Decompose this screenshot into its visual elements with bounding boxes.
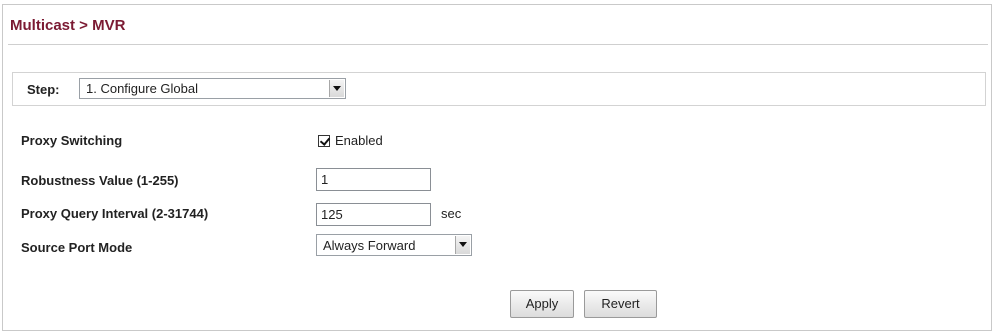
proxy-switching-enabled-label[interactable]: Enabled: [335, 133, 383, 148]
revert-button[interactable]: Revert: [584, 290, 657, 318]
proxy-switching-label: Proxy Switching: [21, 133, 123, 148]
proxy-switching-checkbox[interactable]: [318, 135, 331, 147]
query-interval-label: Proxy Query Interval (2-31744): [21, 206, 209, 221]
robustness-label: Robustness Value (1-255): [21, 173, 179, 188]
step-bar: Step: 1. Configure Global: [12, 72, 986, 106]
step-select-value: 1. Configure Global: [86, 81, 199, 96]
step-select-dropdown-button[interactable]: [329, 80, 344, 97]
step-label: Step:: [27, 82, 60, 97]
query-interval-unit: sec: [441, 206, 462, 221]
source-port-mode-value: Always Forward: [323, 238, 416, 253]
source-port-mode-select[interactable]: Always Forward: [316, 234, 472, 256]
chevron-down-icon: [459, 242, 467, 247]
source-port-mode-label: Source Port Mode: [21, 240, 133, 255]
robustness-input[interactable]: [316, 168, 431, 191]
page-frame: [2, 4, 992, 331]
page-title: Multicast > MVR: [10, 17, 126, 34]
chevron-down-icon: [333, 86, 341, 91]
checkmark-icon: [319, 135, 331, 146]
apply-button[interactable]: Apply: [510, 290, 574, 318]
title-divider: [8, 44, 988, 45]
source-port-mode-dropdown-button[interactable]: [455, 236, 470, 254]
query-interval-input[interactable]: [316, 203, 431, 226]
step-select[interactable]: 1. Configure Global: [79, 78, 346, 99]
